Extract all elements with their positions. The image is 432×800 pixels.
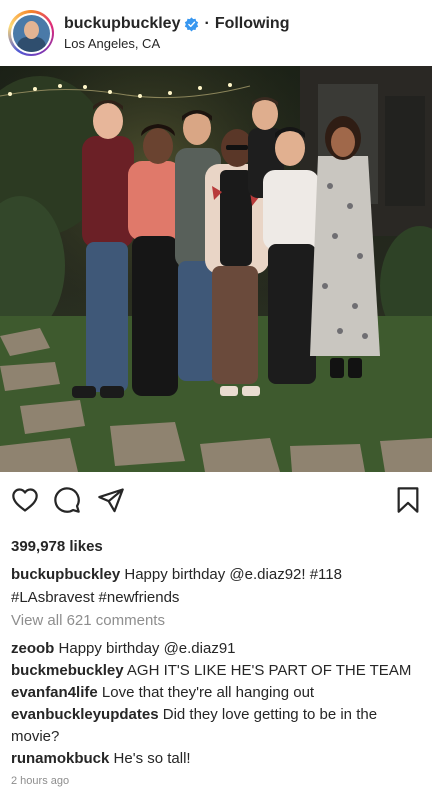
- avatar[interactable]: [8, 10, 54, 56]
- bookmark-icon[interactable]: [395, 486, 421, 514]
- following-button[interactable]: Following: [215, 15, 290, 33]
- comment-username[interactable]: evanfan4life: [11, 684, 98, 701]
- avatar-image: [12, 14, 50, 52]
- comment-username[interactable]: buckmebuckley: [11, 662, 124, 679]
- location-link[interactable]: Los Angeles, CA: [64, 36, 289, 51]
- comment-username[interactable]: zeoob: [11, 640, 54, 657]
- post-header: buckupbuckley · Following Los Angeles, C…: [0, 0, 432, 66]
- comment-username[interactable]: runamokbuck: [11, 750, 109, 767]
- caption: buckupbuckley Happy birthday @e.diaz92! …: [11, 563, 421, 609]
- post-photo[interactable]: [0, 66, 432, 472]
- comment-item: runamokbuck He's so tall!: [11, 748, 423, 770]
- comment-item: zeoob Happy birthday @e.diaz91: [11, 638, 423, 660]
- comment-item: evanbuckleyupdates Did they love getting…: [11, 704, 423, 748]
- comment-bubble-icon[interactable]: [53, 486, 81, 514]
- action-bar: [0, 486, 432, 520]
- like-count[interactable]: 399,978 likes: [11, 538, 103, 555]
- comment-text: AGH IT'S LIKE HE'S PART OF THE TEAM: [126, 662, 412, 679]
- view-all-comments-link[interactable]: View all 621 comments: [11, 612, 165, 629]
- verified-badge-icon: [185, 16, 199, 31]
- comment-item: evanfan4life Love that they're all hangi…: [11, 682, 423, 704]
- comment-item: buckmebuckley AGH IT'S LIKE HE'S PART OF…: [11, 660, 423, 682]
- caption-username[interactable]: buckupbuckley: [11, 566, 120, 583]
- comment-text: He's so tall!: [113, 750, 191, 767]
- comment-text: Love that they're all hanging out: [101, 684, 315, 701]
- heart-icon[interactable]: [11, 486, 39, 514]
- comment-username[interactable]: evanbuckleyupdates: [11, 706, 159, 723]
- group-photo-image: [0, 66, 432, 472]
- comment-list: zeoob Happy birthday @e.diaz91 buckmebuc…: [11, 638, 423, 770]
- paper-plane-icon[interactable]: [97, 486, 125, 514]
- comment-text: Happy birthday @e.diaz91: [58, 640, 236, 657]
- username-link[interactable]: buckupbuckley: [64, 15, 180, 33]
- separator-dot: ·: [204, 15, 210, 32]
- post-timestamp: 2 hours ago: [11, 775, 70, 787]
